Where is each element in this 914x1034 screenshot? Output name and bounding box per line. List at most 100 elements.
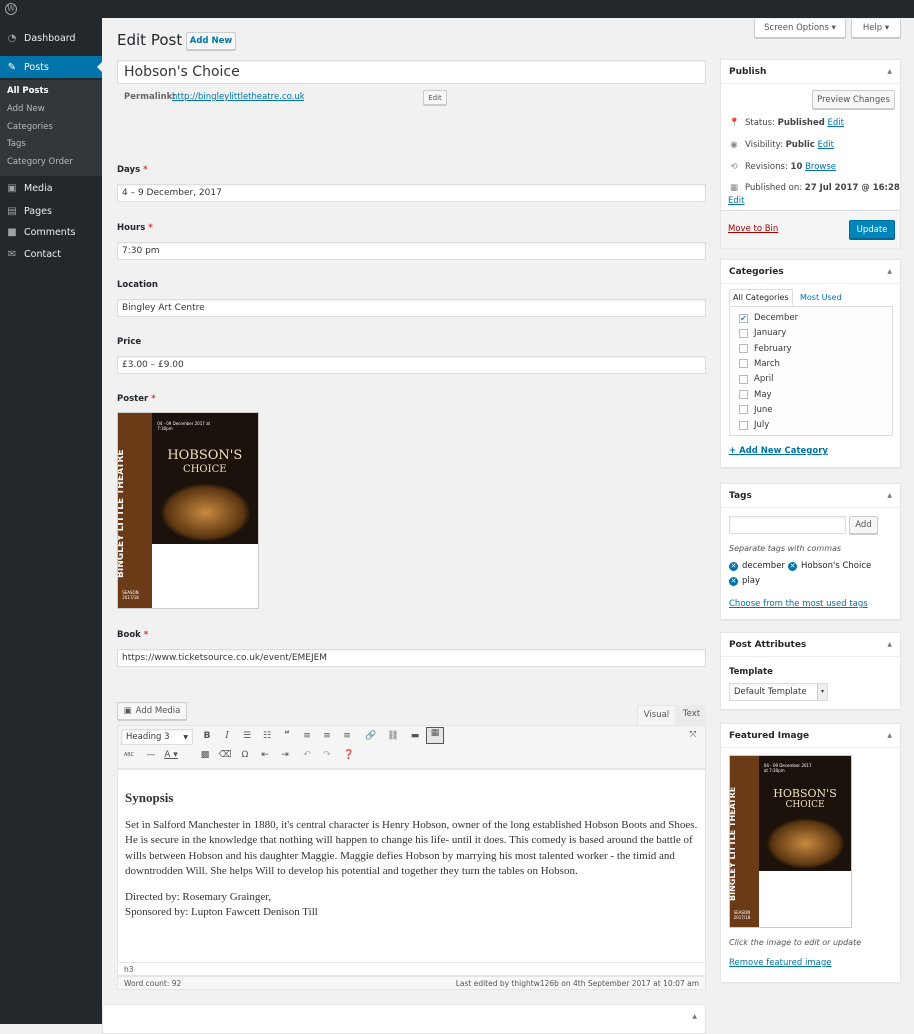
category-item[interactable]: ✔ December — [739, 313, 798, 323]
toggle-arrow-icon[interactable]: ▲ — [887, 641, 892, 648]
add-media-button[interactable]: ▣ Add Media — [117, 702, 187, 720]
sidebar-item-pages[interactable]: ▤ Pages — [0, 200, 102, 222]
numbered-list-icon[interactable]: ☷ — [260, 731, 274, 741]
status-edit-link[interactable]: Edit — [828, 118, 844, 128]
screen-options-button[interactable]: Screen Options ▾ — [754, 19, 846, 38]
tab-most-used[interactable]: Most Used — [800, 293, 842, 302]
checkbox[interactable] — [739, 405, 748, 415]
blockquote-icon[interactable]: “ — [280, 730, 294, 740]
post-title-input[interactable]: Hobson's Choice — [117, 60, 706, 84]
checkbox-checked[interactable]: ✔ — [739, 313, 748, 323]
checkbox[interactable] — [739, 359, 748, 369]
sidebar-item-dashboard[interactable]: ◔ Dashboard — [0, 27, 102, 49]
tab-visual[interactable]: Visual — [637, 705, 676, 725]
align-center-icon[interactable]: ≡ — [320, 731, 334, 741]
template-select[interactable]: Default Template ▾ — [729, 683, 828, 701]
toggle-arrow-icon[interactable]: ▲ — [887, 268, 892, 275]
sidebar-item-media[interactable]: ▣ Media — [0, 177, 102, 199]
price-input[interactable]: £3.00 – £9.00 — [117, 356, 706, 374]
add-new-button[interactable]: Add New — [186, 32, 236, 50]
remove-tag-icon[interactable]: ✕ — [729, 562, 738, 571]
toggle-arrow-icon[interactable]: ▲ — [887, 732, 892, 739]
checkbox[interactable] — [739, 390, 748, 399]
update-button[interactable]: Update — [849, 220, 895, 239]
link-icon[interactable]: 🔗 — [364, 731, 378, 741]
category-checklist[interactable]: ✔ December January February March April May Jun… — [729, 306, 893, 436]
indent-icon[interactable]: ⇥ — [278, 750, 292, 760]
text-color-icon[interactable]: A ▾ — [164, 750, 178, 760]
add-tag-button[interactable]: Add — [849, 516, 878, 534]
bold-icon[interactable]: B — [200, 731, 214, 741]
checkbox[interactable] — [739, 374, 748, 384]
toggle-arrow-icon[interactable]: ▲ — [887, 492, 892, 499]
submenu-tags[interactable]: Tags — [7, 139, 26, 149]
tab-all-categories[interactable]: All Categories — [729, 289, 793, 306]
strikethrough-icon[interactable]: ABC — [122, 752, 136, 758]
choose-most-used-tags-link[interactable]: Choose from the most used tags — [729, 599, 868, 609]
category-item[interactable]: May — [739, 390, 772, 400]
published-edit-link[interactable]: Edit — [728, 196, 744, 206]
category-item[interactable]: January — [739, 328, 786, 338]
featured-image[interactable]: BINGLEY LITTLE THEATRE 04 - 09 December … — [729, 755, 852, 928]
sidebar-item-contact[interactable]: ✉ Contact — [0, 243, 102, 265]
history-icon: ⟲ — [730, 162, 738, 172]
poster-image[interactable]: BINGLEY LITTLE THEATRE 04 - 09 December … — [117, 412, 259, 609]
submenu-categories[interactable]: Categories — [7, 122, 53, 132]
sidebar-item-comments[interactable]: ■ Comments — [0, 221, 102, 243]
italic-icon[interactable]: I — [220, 731, 234, 741]
tab-text[interactable]: Text — [677, 705, 706, 725]
submenu-all-posts[interactable]: All Posts — [7, 86, 49, 96]
tag-input[interactable] — [729, 516, 846, 534]
submenu-add-new[interactable]: Add New — [7, 104, 45, 114]
location-input[interactable]: Bingley Art Centre — [117, 299, 706, 317]
permalink-link[interactable]: http://bingleylittletheatre.co.uk/ — [172, 92, 304, 102]
visibility-edit-link[interactable]: Edit — [818, 140, 834, 150]
editor-heading: Synopsis — [125, 790, 174, 805]
unlink-icon[interactable]: ⛓ — [386, 731, 400, 741]
align-left-icon[interactable]: ≡ — [300, 731, 314, 741]
permalink-edit-button[interactable]: Edit — [423, 90, 447, 105]
remove-featured-image-link[interactable]: Remove featured image — [729, 958, 831, 968]
remove-tag-icon[interactable]: ✕ — [729, 577, 738, 586]
undo-icon[interactable]: ↶ — [300, 750, 314, 760]
read-more-icon[interactable]: ▬ — [408, 731, 422, 741]
redo-icon[interactable]: ↷ — [320, 750, 334, 760]
hours-input[interactable]: 7:30 pm — [117, 242, 706, 260]
book-input[interactable]: https://www.ticketsource.co.uk/event/EME… — [117, 649, 706, 667]
toggle-arrow-icon[interactable]: ▲ — [887, 68, 892, 75]
editor-content[interactable]: Synopsis Set in Salford Manchester in 18… — [117, 769, 706, 963]
help-button[interactable]: Help ▾ — [851, 19, 901, 38]
align-right-icon[interactable]: ≡ — [340, 731, 354, 741]
category-item[interactable]: February — [739, 344, 792, 354]
days-input[interactable]: 4 – 9 December, 2017 — [117, 184, 706, 202]
category-item[interactable]: April — [739, 374, 773, 384]
fullscreen-icon[interactable]: ⤧ — [686, 730, 700, 740]
wordpress-logo-icon[interactable]: W — [5, 3, 17, 15]
category-item[interactable]: July — [739, 420, 769, 430]
tags-box: Tags ▲ Add Separate tags with commas ✕ dec… — [720, 483, 901, 620]
preview-changes-button[interactable]: Preview Changes — [812, 90, 895, 109]
checkbox[interactable] — [739, 344, 748, 354]
checkbox[interactable] — [739, 328, 748, 338]
toggle-arrow-icon[interactable]: ▲ — [692, 1013, 697, 1020]
remove-tag-icon[interactable]: ✕ — [788, 562, 797, 571]
horizontal-line-icon[interactable]: — — [144, 750, 158, 760]
category-item[interactable]: March — [739, 359, 780, 369]
move-to-bin-link[interactable]: Move to Bin — [728, 224, 778, 234]
poster-label: Poster * — [117, 394, 156, 404]
bullet-list-icon[interactable]: ☰ — [240, 731, 254, 741]
toolbar-toggle-icon[interactable]: ▦ — [426, 727, 444, 744]
special-character-icon[interactable]: Ω — [238, 750, 252, 760]
format-select[interactable]: Heading 3 ▼ — [121, 729, 193, 745]
submenu-category-order[interactable]: Category Order — [7, 157, 73, 167]
outdent-icon[interactable]: ⇤ — [258, 750, 272, 760]
clear-formatting-icon[interactable]: ⌫ — [218, 750, 232, 760]
category-item[interactable]: June — [739, 405, 773, 415]
add-new-category-link[interactable]: + Add New Category — [729, 446, 828, 456]
help-icon[interactable]: ❓ — [342, 750, 356, 760]
checkbox[interactable] — [739, 420, 748, 430]
publish-box: Publish ▲ Preview Changes 📍 Status: Publis… — [720, 59, 901, 248]
sidebar-item-posts[interactable]: ✎ Posts — [0, 56, 102, 78]
paste-text-icon[interactable]: ▩ — [198, 750, 212, 760]
browse-revisions-link[interactable]: Browse — [805, 162, 836, 172]
